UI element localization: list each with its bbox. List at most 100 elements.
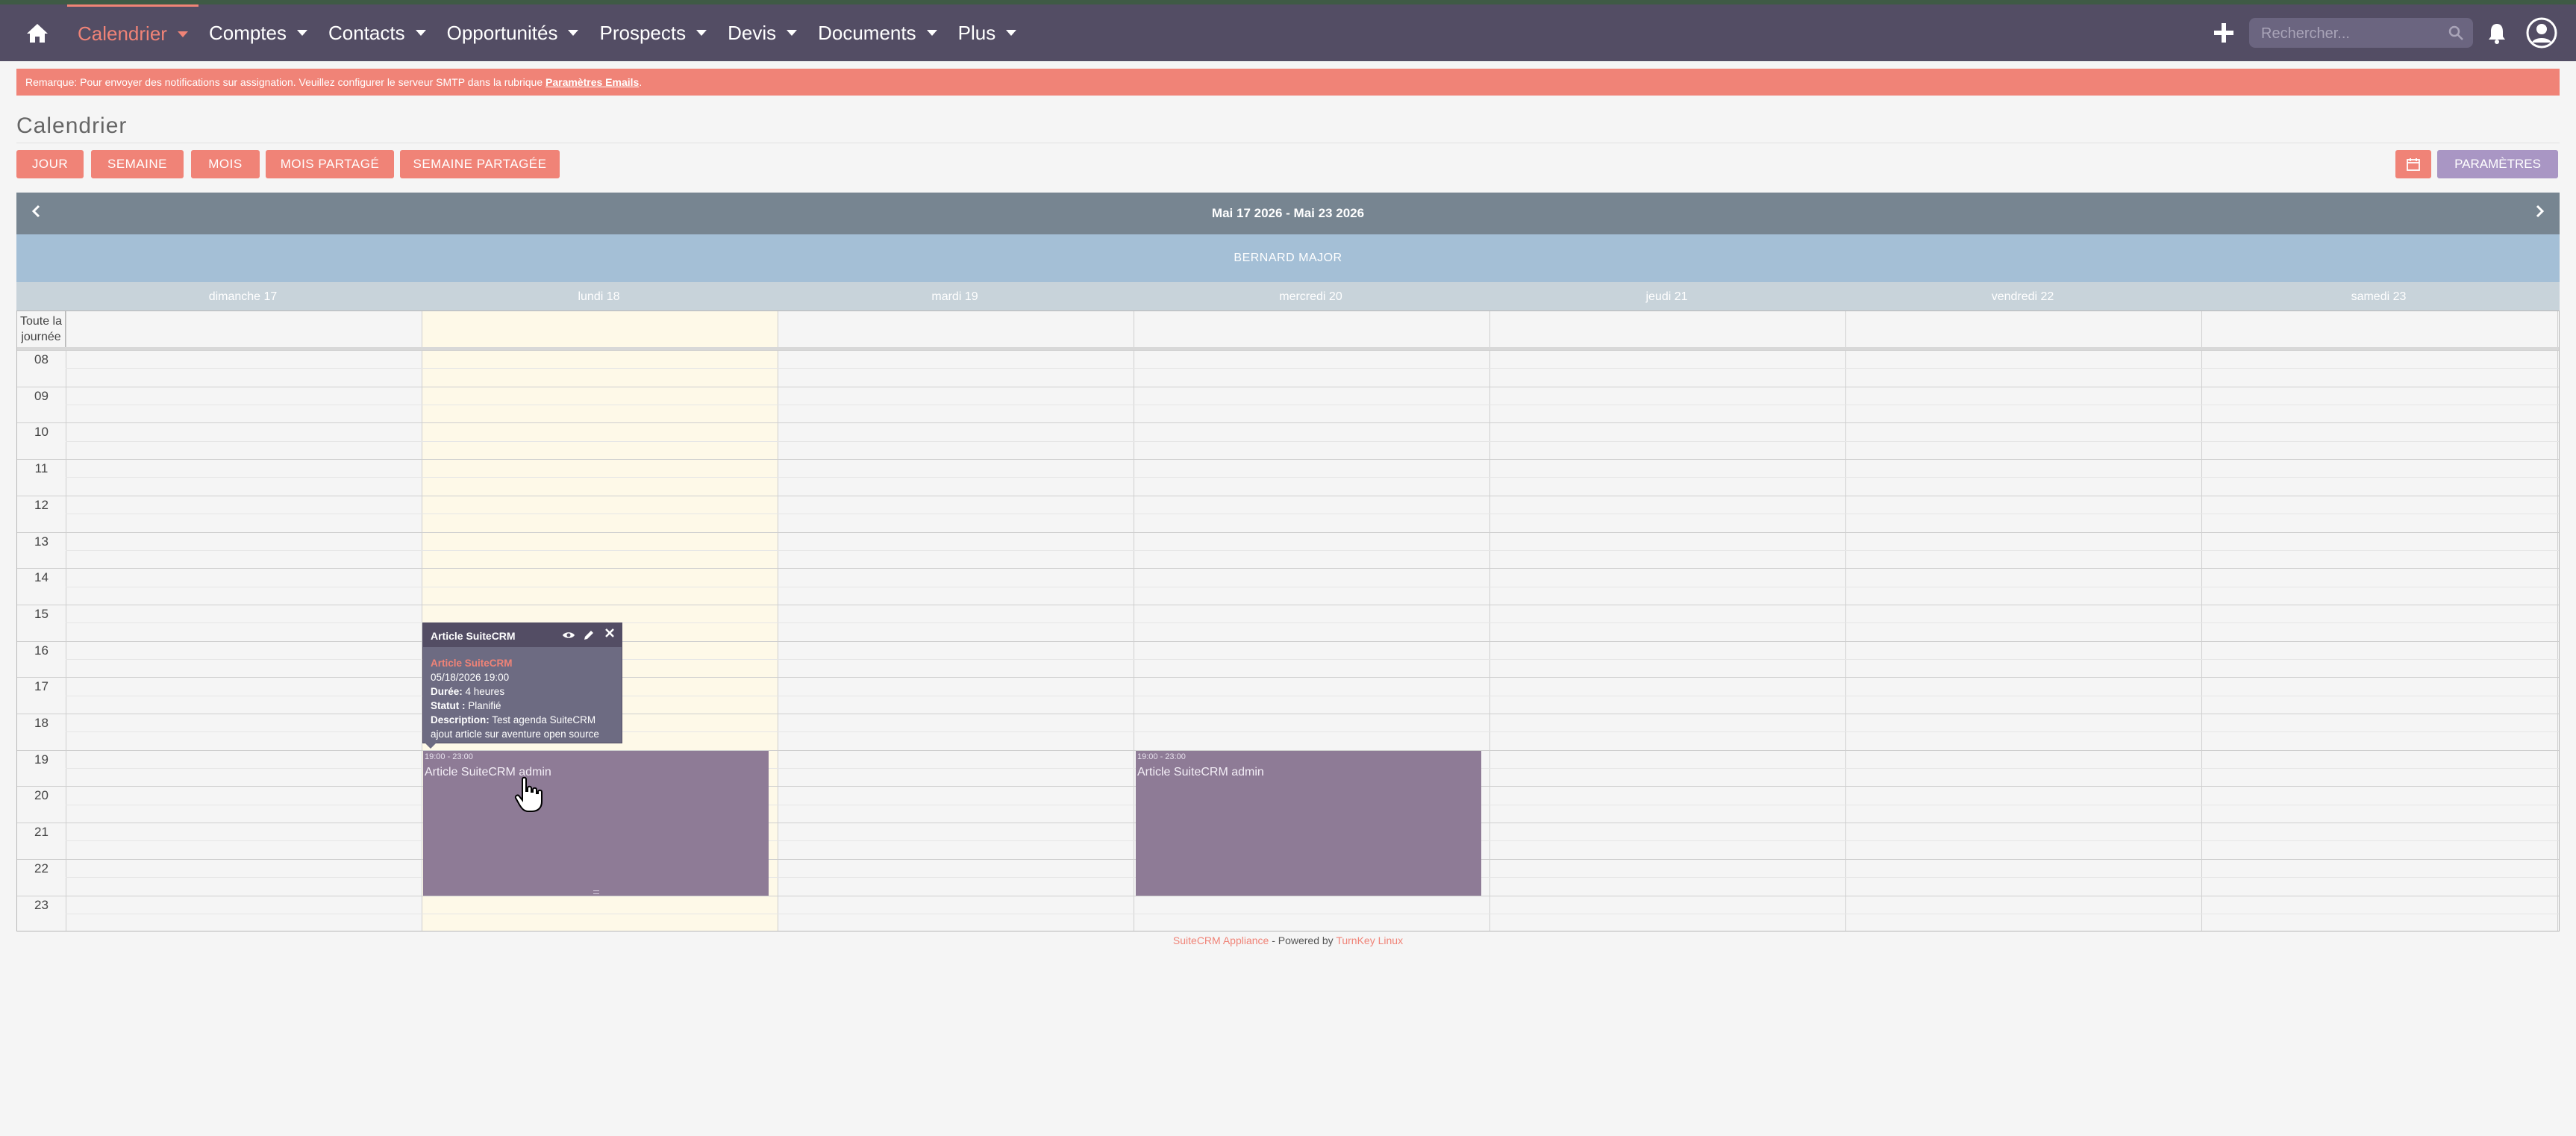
page-title: Calendrier	[16, 113, 128, 138]
footer-appliance-link[interactable]: SuiteCRM Appliance	[1173, 934, 1269, 946]
hour-label: 16	[34, 643, 49, 658]
smtp-alert: Remarque: Pour envoyer des notifications…	[16, 69, 2560, 96]
nav-item-label: Devis	[728, 21, 777, 44]
footer-powered: - Powered by	[1269, 934, 1337, 946]
hour-label: 19	[34, 752, 49, 767]
tooltip-datetime: 05/18/2026 19:00	[431, 672, 510, 683]
user-icon[interactable]	[2525, 16, 2558, 49]
day-header[interactable]: mardi 19	[777, 282, 1133, 310]
nav-item-7[interactable]: Plus	[948, 4, 1028, 61]
tooltip-status: Planifié	[468, 700, 501, 711]
event-time: 19:00 - 23:00	[1137, 752, 1186, 761]
settings-button[interactable]: PARAMÈTRES	[2437, 150, 2558, 178]
main-menu: Calendrier Comptes Contacts Opportunités Pro…	[67, 4, 1027, 61]
nav-item-5[interactable]: Devis	[717, 4, 807, 61]
hour-label: 18	[34, 716, 49, 730]
day-headers: dimanche 17 lundi 18 mardi 19 mercredi 20 je…	[16, 282, 2560, 310]
day-header[interactable]: jeudi 21	[1489, 282, 1845, 310]
allday-label: Toute la journée	[17, 311, 66, 347]
home-icon[interactable]	[22, 18, 52, 48]
calendar-event[interactable]: 19:00 - 23:00 Article SuiteCRM admin	[423, 751, 769, 896]
tooltip-description-label: Description:	[431, 714, 490, 725]
hour-label: 14	[34, 570, 49, 584]
caret-down-icon	[1006, 30, 1017, 36]
alert-text: Remarque: Pour envoyer des notifications…	[25, 76, 543, 88]
half-hour-line	[66, 550, 2559, 551]
footer: SuiteCRM Appliance - Powered by TurnKey …	[0, 934, 2576, 946]
caret-down-icon	[415, 30, 426, 36]
hour-label: 20	[34, 788, 49, 802]
hour-label: 17	[34, 679, 49, 693]
nav-item-label: Plus	[957, 21, 996, 44]
nav-item-3[interactable]: Opportunités	[437, 4, 590, 61]
hand-cursor-icon	[514, 776, 543, 812]
nav-item-1[interactable]: Comptes	[198, 4, 318, 61]
hour-label: 09	[34, 389, 49, 403]
view-month-button[interactable]: MOIS	[191, 150, 260, 178]
view-week-button[interactable]: SEMAINE	[91, 150, 184, 178]
nav-item-0[interactable]: Calendrier	[67, 4, 198, 61]
nav-item-label: Opportunités	[446, 21, 558, 44]
view-shared-week-button[interactable]: SEMAINE PARTAGÉE	[400, 150, 560, 178]
event-time: 19:00 - 23:00	[425, 752, 473, 761]
hour-label: 12	[34, 498, 49, 512]
nav-item-6[interactable]: Documents	[807, 4, 948, 61]
footer-turnkey-link[interactable]: TurnKey Linux	[1336, 934, 1403, 946]
day-header[interactable]: dimanche 17	[65, 282, 421, 310]
half-hour-line	[66, 368, 2559, 369]
hour-label: 21	[34, 825, 49, 839]
tooltip-description: Test agenda SuiteCRM	[492, 714, 596, 725]
caret-down-icon	[696, 30, 707, 36]
plus-icon[interactable]	[2210, 19, 2237, 46]
email-settings-link[interactable]: Paramètres Emails	[545, 76, 639, 88]
calendar-icon	[2407, 158, 2420, 171]
hour-line	[17, 641, 2559, 642]
pencil-icon[interactable]	[583, 629, 595, 641]
hour-line	[17, 568, 2559, 569]
view-shared-month-button[interactable]: MOIS PARTAGÉ	[266, 150, 394, 178]
chevron-right-icon[interactable]	[2530, 202, 2549, 221]
date-range: Mai 17 2026 - Mai 23 2026	[1211, 206, 1365, 220]
tooltip-title: Article SuiteCRM	[431, 630, 516, 642]
hour-label: 10	[34, 425, 49, 439]
tooltip-record-link[interactable]: Article SuiteCRM	[431, 658, 513, 669]
hour-line	[17, 422, 2559, 423]
eye-icon[interactable]	[562, 630, 575, 640]
hour-label: 23	[34, 898, 49, 912]
caret-down-icon	[926, 30, 937, 36]
nav-item-label: Prospects	[599, 21, 687, 44]
day-header[interactable]: mercredi 20	[1133, 282, 1489, 310]
half-hour-line	[66, 477, 2559, 478]
tooltip-body: Article SuiteCRM 05/18/2026 19:00 Durée:…	[431, 656, 599, 741]
tooltip-header: Article SuiteCRM	[423, 623, 622, 647]
nav-item-label: Documents	[818, 21, 916, 44]
close-icon[interactable]	[604, 628, 615, 638]
hour-label: 13	[34, 534, 49, 549]
top-navbar: Calendrier Comptes Contacts Opportunités Pro…	[0, 4, 2576, 61]
day-header[interactable]: lundi 18	[421, 282, 777, 310]
alert-end: .	[639, 76, 643, 88]
caret-down-icon	[297, 30, 307, 36]
half-hour-line	[66, 441, 2559, 442]
hour-line	[17, 350, 2559, 351]
search-icon[interactable]	[2448, 25, 2464, 41]
nav-item-2[interactable]: Contacts	[318, 4, 437, 61]
day-header[interactable]: vendredi 22	[1845, 282, 2201, 310]
day-header[interactable]: samedi 23	[2201, 282, 2557, 310]
calendar-event[interactable]: 19:00 - 23:00 Article SuiteCRM admin	[1136, 751, 1481, 896]
hour-line	[17, 459, 2559, 460]
caret-down-icon	[568, 30, 579, 36]
nav-item-4[interactable]: Prospects	[589, 4, 717, 61]
hour-label: 15	[34, 607, 49, 621]
caret-down-icon	[177, 31, 188, 37]
caret-down-icon	[787, 30, 798, 36]
bell-icon[interactable]	[2485, 21, 2509, 45]
tooltip-arrow	[425, 743, 437, 749]
search-input[interactable]	[2260, 18, 2442, 49]
hour-label: 22	[34, 861, 49, 876]
calendar-picker-button[interactable]	[2395, 150, 2431, 178]
resize-handle[interactable]	[593, 890, 599, 894]
event-title: Article SuiteCRM admin	[1137, 766, 1264, 778]
hour-line	[17, 677, 2559, 678]
view-day-button[interactable]: JOUR	[16, 150, 84, 178]
